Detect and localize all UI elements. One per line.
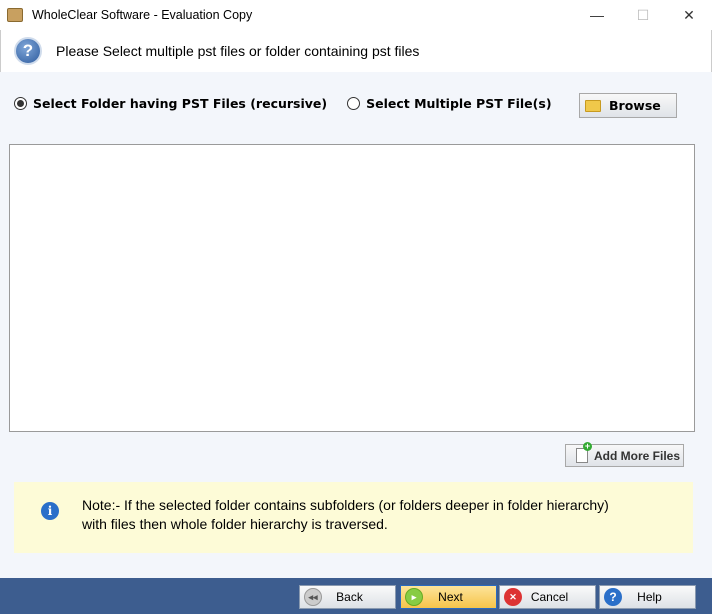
window-title: WholeClear Software - Evaluation Copy: [32, 8, 253, 22]
back-icon: ◂◂: [304, 588, 322, 606]
radio-multiple[interactable]: [347, 97, 361, 110]
help-button[interactable]: ? Help: [599, 585, 696, 609]
next-button[interactable]: ▸ Next: [400, 585, 497, 609]
radio-multiple-label[interactable]: Select Multiple PST File(s): [366, 96, 551, 111]
file-list[interactable]: [9, 144, 695, 432]
next-label: Next: [438, 590, 463, 604]
note-line-1: Note:- If the selected folder contains s…: [82, 497, 609, 513]
cancel-button[interactable]: ✕ Cancel: [499, 585, 596, 609]
add-more-files-button[interactable]: Add More Files: [565, 442, 684, 467]
title-bar: WholeClear Software - Evaluation Copy — …: [0, 0, 712, 30]
question-icon: ?: [14, 37, 42, 65]
minimize-button[interactable]: —: [574, 0, 620, 30]
note-panel: i Note:- If the selected folder contains…: [14, 482, 693, 553]
radio-folder-label[interactable]: Select Folder having PST Files (recursiv…: [33, 96, 327, 111]
help-label: Help: [637, 590, 662, 604]
browse-label: Browse: [609, 98, 661, 113]
back-button[interactable]: ◂◂ Back: [299, 585, 396, 609]
app-icon: [7, 8, 23, 22]
cancel-label: Cancel: [530, 590, 569, 604]
help-icon: ?: [604, 588, 622, 606]
folder-search-icon: [585, 99, 601, 112]
header-text: Please Select multiple pst files or fold…: [56, 43, 420, 59]
header: ? Please Select multiple pst files or fo…: [0, 30, 712, 72]
next-icon: ▸: [405, 588, 423, 606]
close-button[interactable]: ✕: [666, 0, 712, 30]
browse-button[interactable]: Browse: [579, 93, 677, 118]
add-file-icon: [576, 442, 592, 463]
maximize-button[interactable]: ☐: [620, 0, 666, 30]
back-label: Back: [336, 590, 363, 604]
note-line-2: with files then whole folder hierarchy i…: [82, 516, 388, 532]
info-icon: i: [41, 502, 59, 520]
radio-folder[interactable]: [14, 97, 27, 110]
cancel-icon: ✕: [504, 588, 522, 606]
source-options: Select Folder having PST Files (recursiv…: [14, 96, 552, 111]
add-more-label: Add More Files: [594, 448, 681, 463]
